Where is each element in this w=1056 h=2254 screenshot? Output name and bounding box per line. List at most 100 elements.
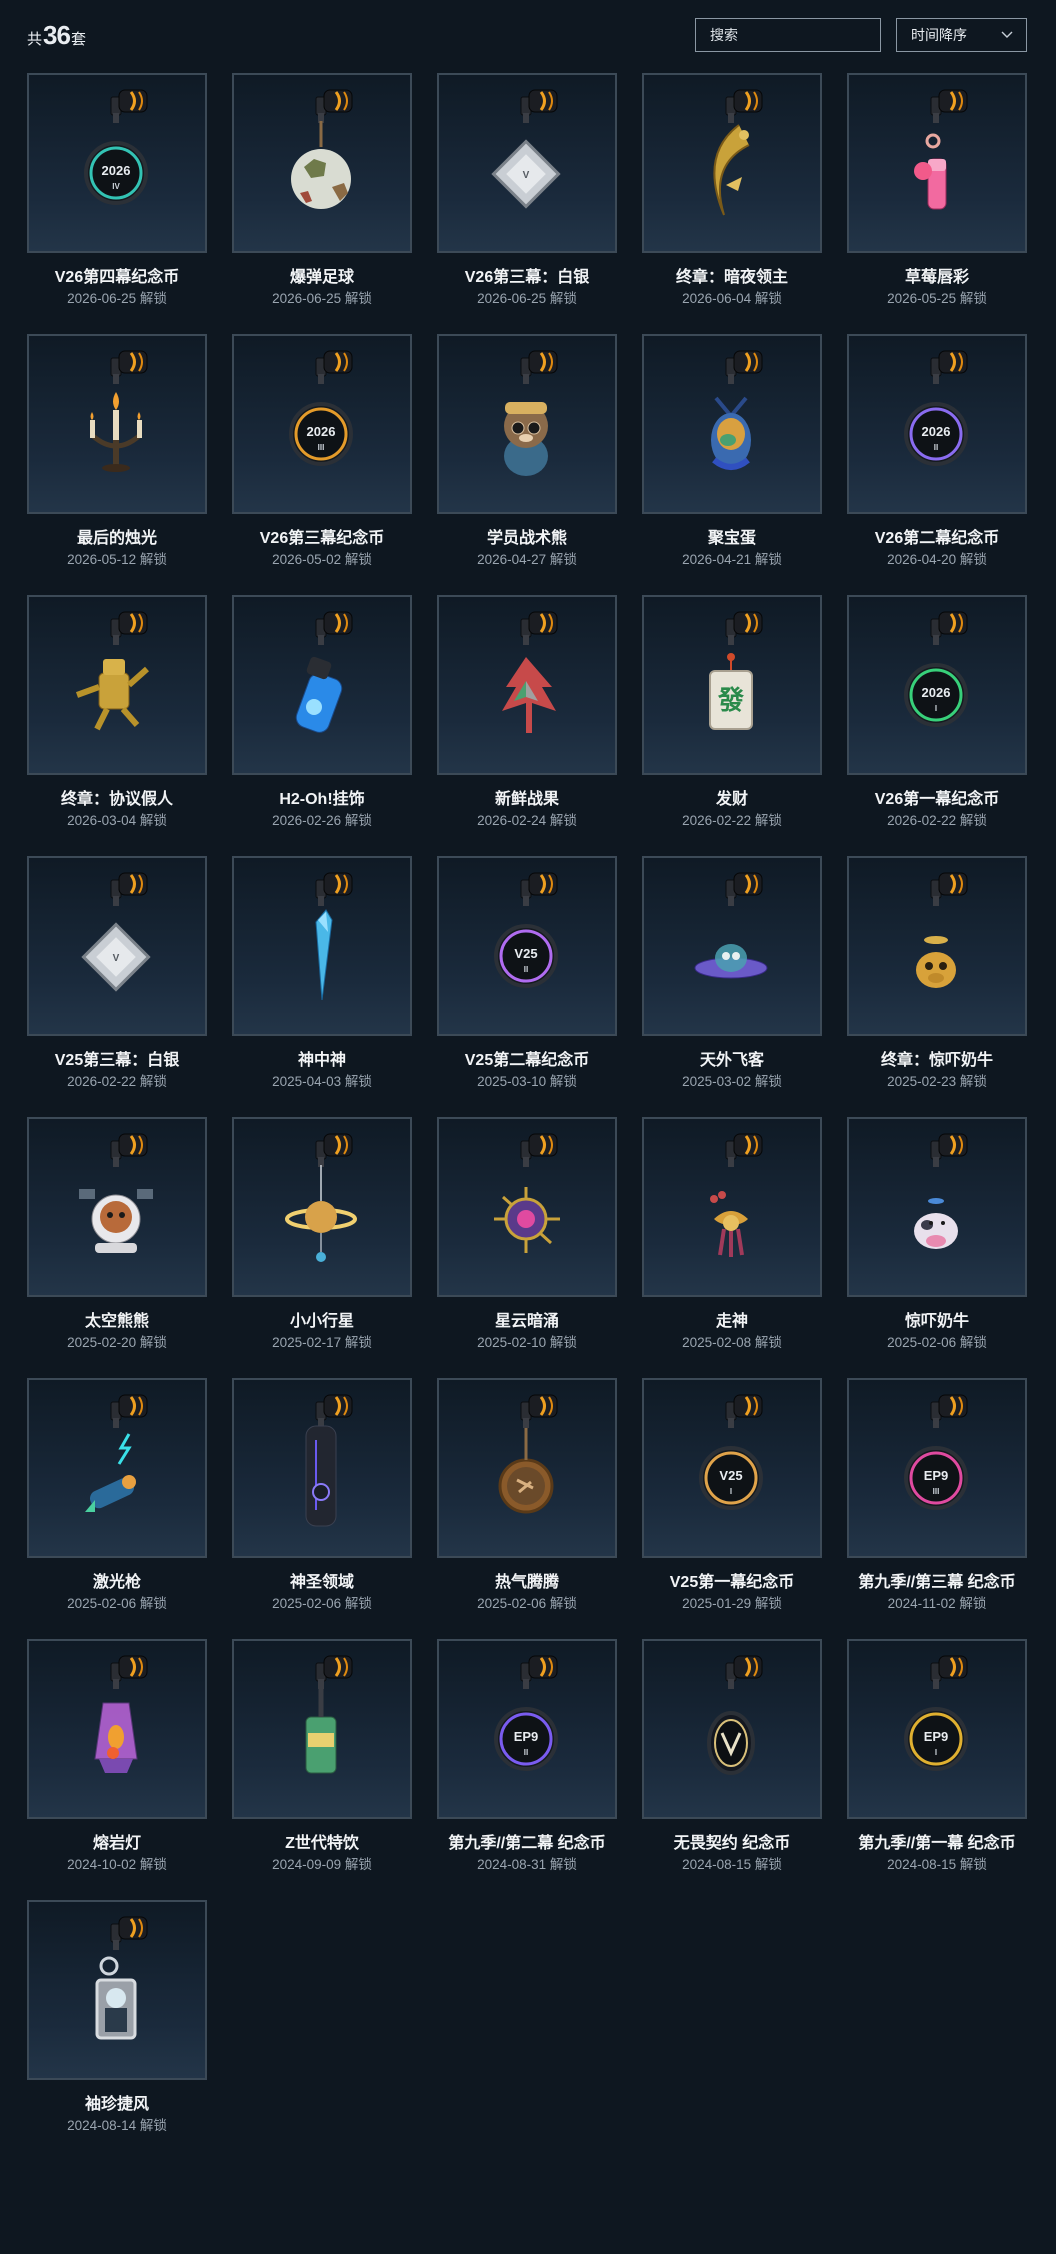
buddy-thumbnail[interactable]: EP9 II xyxy=(437,1639,617,1819)
buddy-card[interactable]: 袖珍捷风 2024-08-14 解锁 xyxy=(27,1900,207,2133)
buddy-card[interactable]: 无畏契约 纪念币 2024-08-15 解锁 xyxy=(642,1639,822,1872)
buddy-thumbnail[interactable] xyxy=(232,595,412,775)
buddy-thumbnail[interactable] xyxy=(232,856,412,1036)
buddy-card[interactable]: 终章：暗夜领主 2026-06-04 解锁 xyxy=(642,73,822,306)
lip-gloss-icon xyxy=(914,89,968,210)
buddy-thumbnail[interactable] xyxy=(232,1378,412,1558)
buddy-card[interactable]: 爆弹足球 2026-06-25 解锁 xyxy=(232,73,412,306)
buddy-card[interactable]: 聚宝蛋 2026-04-21 解锁 xyxy=(642,334,822,567)
buddy-card[interactable]: V V26第三幕：白银 2026-06-25 解锁 xyxy=(437,73,617,306)
buddy-card[interactable]: 2026 IV V26第四幕纪念币 2026-06-25 解锁 xyxy=(27,73,207,306)
buddy-card[interactable]: H2-Oh!挂饰 2026-02-26 解锁 xyxy=(232,595,412,828)
buddy-card[interactable]: 太空熊熊 2025-02-20 解锁 xyxy=(27,1117,207,1350)
buddy-card[interactable]: 激光枪 2025-02-06 解锁 xyxy=(27,1378,207,1611)
unlock-date: 2024-09-09 解锁 xyxy=(272,1857,372,1872)
buddy-thumbnail[interactable] xyxy=(642,1117,822,1297)
buddy-thumbnail[interactable]: 2026 IV xyxy=(27,73,207,253)
buddy-card[interactable]: 2026 III V26第三幕纪念币 2026-05-02 解锁 xyxy=(232,334,412,567)
buddy-card[interactable]: 發发财 2026-02-22 解锁 xyxy=(642,595,822,828)
buddy-card[interactable]: 2026 II V26第二幕纪念币 2026-04-20 解锁 xyxy=(847,334,1027,567)
buddy-thumbnail[interactable] xyxy=(642,1639,822,1819)
buddy-card[interactable]: 小小行星 2025-02-17 解锁 xyxy=(232,1117,412,1350)
buddy-card[interactable]: 学员战术熊 2026-04-27 解锁 xyxy=(437,334,617,567)
search-input[interactable] xyxy=(710,27,860,43)
svg-text:EP9: EP9 xyxy=(924,1729,949,1744)
buddy-card[interactable]: 最后的烛光 2026-05-12 解锁 xyxy=(27,334,207,567)
coin-valorant-icon xyxy=(707,1655,763,1775)
buddy-name: 袖珍捷风 xyxy=(84,2096,149,2113)
buddy-thumbnail[interactable] xyxy=(847,856,1027,1036)
buddy-name: 熔岩灯 xyxy=(92,1835,141,1852)
buddy-thumbnail[interactable] xyxy=(232,1117,412,1297)
buddy-thumbnail[interactable] xyxy=(27,1378,207,1558)
buddy-card[interactable]: V V25第三幕：白银 2026-02-22 解锁 xyxy=(27,856,207,1089)
sort-dropdown[interactable]: 时间降序 xyxy=(896,18,1027,52)
buddy-card[interactable]: 熔岩灯 2024-10-02 解锁 xyxy=(27,1639,207,1872)
buddy-thumbnail[interactable]: 2026 III xyxy=(232,334,412,514)
unlock-date: 2025-03-10 解锁 xyxy=(477,1074,577,1089)
buddy-thumbnail[interactable]: V25 II xyxy=(437,856,617,1036)
svg-text:I: I xyxy=(935,704,937,713)
buddy-thumbnail[interactable]: 發 xyxy=(642,595,822,775)
buddy-name: 神圣领域 xyxy=(289,1574,354,1591)
buddy-card[interactable]: EP9 III 第九季//第三幕 纪念币 2024-11-02 解锁 xyxy=(847,1378,1027,1611)
buddy-card[interactable]: 热气腾腾 2025-02-06 解锁 xyxy=(437,1378,617,1611)
coin-ep9-ii-icon: EP9 II xyxy=(494,1655,558,1771)
buddy-thumbnail[interactable] xyxy=(437,595,617,775)
buddy-card[interactable]: 2026 I V26第一幕纪念币 2026-02-22 解锁 xyxy=(847,595,1027,828)
buddy-thumbnail[interactable] xyxy=(642,73,822,253)
buddy-thumbnail[interactable] xyxy=(847,1117,1027,1297)
buddy-thumbnail[interactable] xyxy=(437,1378,617,1558)
unlock-date: 2025-02-08 解锁 xyxy=(682,1335,782,1350)
buddy-card[interactable]: 惊吓奶牛 2025-02-06 解锁 xyxy=(847,1117,1027,1350)
buddy-thumbnail[interactable]: EP9 I xyxy=(847,1639,1027,1819)
buddy-card[interactable]: Z世代特饮 2024-09-09 解锁 xyxy=(232,1639,412,1872)
count-prefix: 共 xyxy=(27,31,43,48)
buddy-thumbnail[interactable]: EP9 III xyxy=(847,1378,1027,1558)
buddy-thumbnail[interactable] xyxy=(847,73,1027,253)
buddy-card[interactable]: 草莓唇彩 2026-05-25 解锁 xyxy=(847,73,1027,306)
buddy-card[interactable]: 星云暗涌 2025-02-10 解锁 xyxy=(437,1117,617,1350)
buddy-thumbnail[interactable] xyxy=(232,73,412,253)
buddy-card[interactable]: 神圣领域 2025-02-06 解锁 xyxy=(232,1378,412,1611)
unlock-date: 2024-11-02 解锁 xyxy=(887,1596,987,1611)
unlock-date: 2026-05-02 解锁 xyxy=(272,552,372,567)
buddy-name: 小小行星 xyxy=(289,1313,354,1330)
search-box[interactable] xyxy=(695,18,881,52)
svg-text:V25: V25 xyxy=(514,946,537,961)
buddy-name: 太空熊熊 xyxy=(84,1313,149,1330)
mahjong-tile-icon: 發 xyxy=(709,611,763,730)
buddy-thumbnail[interactable]: 2026 I xyxy=(847,595,1027,775)
buddy-card[interactable]: V25 II V25第二幕纪念币 2025-03-10 解锁 xyxy=(437,856,617,1089)
buddy-card[interactable]: EP9 I 第九季//第一幕 纪念币 2024-08-15 解锁 xyxy=(847,1639,1027,1872)
buddy-card[interactable]: 走神 2025-02-08 解锁 xyxy=(642,1117,822,1350)
buddy-thumbnail[interactable]: V xyxy=(27,856,207,1036)
buddy-thumbnail[interactable]: V xyxy=(437,73,617,253)
buddy-thumbnail[interactable] xyxy=(437,334,617,514)
lava-lamp-icon xyxy=(94,1655,148,1773)
buddy-card[interactable]: 终章：惊吓奶牛 2025-02-23 解锁 xyxy=(847,856,1027,1089)
unlock-date: 2026-04-20 解锁 xyxy=(887,552,987,567)
buddy-thumbnail[interactable] xyxy=(232,1639,412,1819)
coin-v25-i-icon: V25 I xyxy=(699,1394,763,1510)
buddy-card[interactable]: 神中神 2025-04-03 解锁 xyxy=(232,856,412,1089)
buddy-thumbnail[interactable] xyxy=(27,1639,207,1819)
buddy-card[interactable]: 终章：协议假人 2026-03-04 解锁 xyxy=(27,595,207,828)
sacred-plate-icon xyxy=(305,1394,353,1527)
buddy-thumbnail[interactable]: 2026 II xyxy=(847,334,1027,514)
buddy-card[interactable]: EP9 II 第九季//第二幕 纪念币 2024-08-31 解锁 xyxy=(437,1639,617,1872)
buddy-thumbnail[interactable] xyxy=(27,1117,207,1297)
buddy-card[interactable]: V25 I V25第一幕纪念币 2025-01-29 解锁 xyxy=(642,1378,822,1611)
unlock-date: 2026-05-12 解锁 xyxy=(67,552,167,567)
buddy-thumbnail[interactable] xyxy=(27,1900,207,2080)
unlock-date: 2026-02-24 解锁 xyxy=(477,813,577,828)
buddy-card[interactable]: 新鲜战果 2026-02-24 解锁 xyxy=(437,595,617,828)
buddy-thumbnail[interactable] xyxy=(27,595,207,775)
buddy-name: 爆弹足球 xyxy=(289,269,354,286)
buddy-thumbnail[interactable] xyxy=(27,334,207,514)
buddy-thumbnail[interactable]: V25 I xyxy=(642,1378,822,1558)
buddy-thumbnail[interactable] xyxy=(642,334,822,514)
buddy-card[interactable]: 天外飞客 2025-03-02 解锁 xyxy=(642,856,822,1089)
buddy-thumbnail[interactable] xyxy=(437,1117,617,1297)
buddy-thumbnail[interactable] xyxy=(642,856,822,1036)
